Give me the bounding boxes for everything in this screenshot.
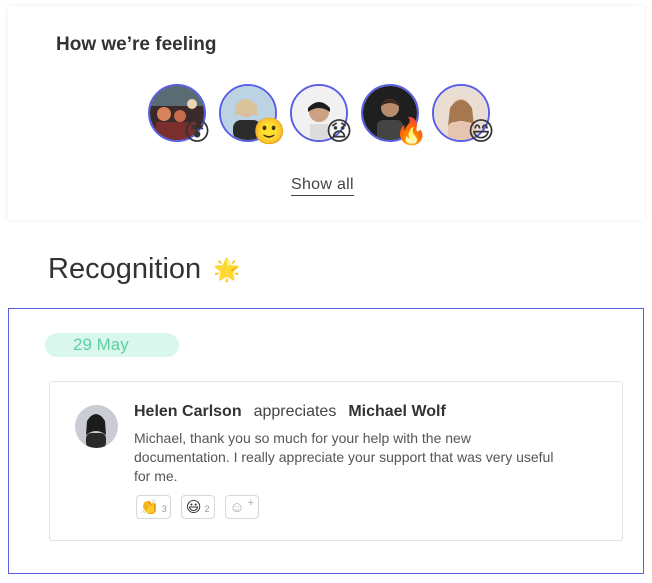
feeling-avatar[interactable]: 🙂 (219, 84, 285, 146)
reaction-clap[interactable]: 👏 3 (136, 495, 171, 519)
anguished-face-icon: 😧 (325, 116, 353, 146)
grin-icon: 😄 (467, 116, 495, 146)
post-header: Helen Carlson appreciates Michael Wolf (134, 403, 446, 421)
plus-icon: + (247, 496, 255, 509)
fire-icon: 🔥 (395, 116, 428, 146)
smiley-icon: 😃 (185, 499, 202, 516)
reaction-count: 2 (204, 504, 210, 514)
reaction-bar: 👏 3 😃 2 ☺ + (136, 495, 259, 519)
feeling-avatar-row: 😵 🙂 😧 🔥 😄 (148, 84, 495, 146)
dizzy-face-icon: 😵 (183, 116, 211, 146)
show-all-link[interactable]: Show all (291, 176, 354, 196)
feeling-card: How we’re feeling 😵 🙂 😧 🔥 😄 Show all (8, 6, 644, 220)
recognition-post: Helen Carlson appreciates Michael Wolf Mic… (49, 381, 623, 541)
slight-smile-icon: 🙂 (253, 116, 286, 146)
feeling-avatar[interactable]: 😄 (432, 84, 495, 146)
feeling-title: How we’re feeling (56, 34, 217, 55)
post-message: Michael, thank you so much for your help… (134, 430, 554, 484)
recognition-title: Recognition 🌟 (48, 253, 241, 286)
reaction-count: 3 (161, 504, 167, 514)
add-reaction-icon: ☺ (229, 498, 245, 516)
page: How we’re feeling 😵 🙂 😧 🔥 😄 Show all Rec… (0, 0, 652, 583)
clap-icon: 👏 (140, 499, 159, 516)
recognition-title-text: Recognition (48, 253, 202, 285)
post-verb: appreciates (253, 403, 337, 420)
feeling-avatar[interactable]: 😵 (148, 84, 211, 146)
feeling-avatar[interactable]: 😧 (290, 84, 353, 146)
add-reaction-button[interactable]: ☺ + (224, 495, 259, 519)
recipient-name[interactable]: Michael Wolf (348, 403, 446, 420)
reaction-smiley[interactable]: 😃 2 (180, 495, 215, 519)
star-icon: 🌟 (213, 256, 241, 282)
feeling-avatar[interactable]: 🔥 (361, 84, 427, 146)
recognition-feed: 29 May Helen Carlson appreciates Michael W… (8, 308, 644, 574)
author-name[interactable]: Helen Carlson (134, 403, 242, 420)
date-badge: 29 May (45, 333, 179, 357)
author-avatar[interactable] (75, 405, 118, 448)
